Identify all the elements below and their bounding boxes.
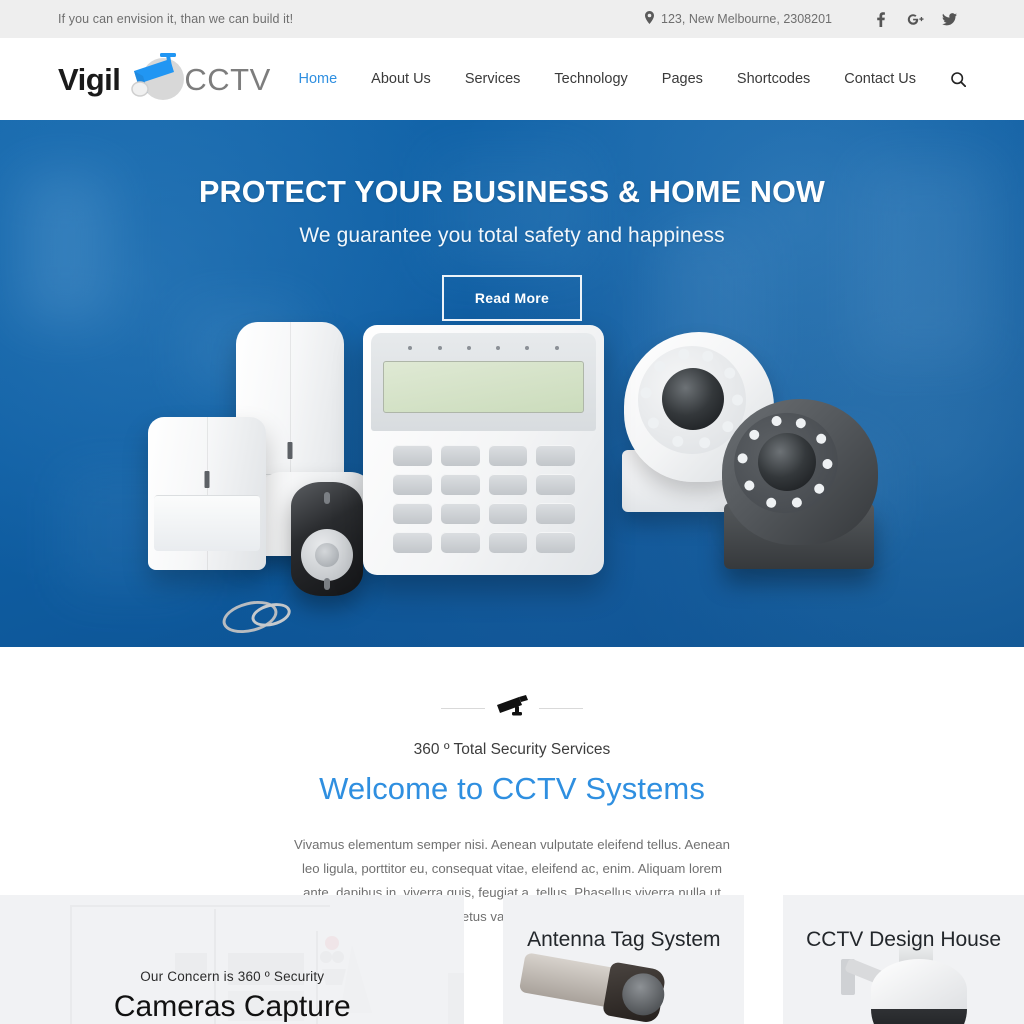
sensor-latch bbox=[204, 471, 210, 488]
site-logo[interactable]: Vigil CCTV bbox=[58, 53, 271, 105]
google-plus-icon[interactable] bbox=[898, 6, 932, 32]
ptz-dome-camera-photo bbox=[841, 939, 995, 1024]
map-pin-icon bbox=[645, 11, 655, 27]
panel-lcd-screen bbox=[383, 361, 584, 413]
hero-product-image bbox=[0, 317, 1024, 647]
cctv-camera-icon bbox=[495, 694, 529, 722]
alarm-keypad-panel bbox=[363, 325, 604, 575]
welcome-eyebrow: 360 º Total Security Services bbox=[413, 741, 611, 758]
logo-primary-text: Vigil bbox=[58, 61, 121, 97]
card-label-block: Our Concern is 360 º Security Cameras Ca… bbox=[0, 969, 464, 1024]
keyfob-dpad bbox=[301, 529, 353, 581]
camera-lens bbox=[758, 433, 816, 491]
card-heading: Cameras Capture bbox=[113, 990, 351, 1023]
divider-line-right bbox=[539, 707, 583, 709]
keyfob-bottom-button bbox=[324, 578, 330, 590]
read-more-button[interactable]: Read More bbox=[441, 275, 583, 321]
hero-subtitle: We guarantee you total safety and happin… bbox=[299, 224, 725, 247]
divider-line-left bbox=[441, 707, 485, 709]
nav-item-services[interactable]: Services bbox=[448, 71, 538, 87]
facebook-icon[interactable] bbox=[864, 6, 898, 32]
social-links bbox=[864, 6, 966, 32]
nav-item-about-us[interactable]: About Us bbox=[354, 71, 448, 87]
bullet-camera-photo bbox=[517, 944, 675, 1024]
panel-status-leds bbox=[383, 339, 584, 357]
cards-gap bbox=[470, 895, 497, 1024]
keyring-icon bbox=[219, 595, 281, 639]
card-heading: CCTV Design House bbox=[806, 928, 1002, 951]
card-heading: Antenna Tag System bbox=[527, 928, 721, 951]
panel-keypad bbox=[393, 445, 575, 553]
antenna-tag-system-card[interactable]: Antenna Tag System bbox=[503, 895, 745, 1024]
cards-gap bbox=[750, 895, 777, 1024]
sensor-lens-band bbox=[153, 495, 261, 551]
nav-item-home[interactable]: Home bbox=[281, 71, 354, 87]
nav-item-technology[interactable]: Technology bbox=[537, 71, 644, 87]
nav-item-contact-us[interactable]: Contact Us bbox=[827, 71, 933, 87]
twitter-icon[interactable] bbox=[932, 6, 966, 32]
section-divider bbox=[0, 693, 1024, 723]
nav-item-shortcodes[interactable]: Shortcodes bbox=[720, 71, 827, 87]
hero-title: PROTECT YOUR BUSINESS & HOME NOW bbox=[198, 175, 826, 209]
feature-cards-row: Our Concern is 360 º Security Cameras Ca… bbox=[0, 895, 1024, 1024]
main-navigation: Home About Us Services Technology Pages … bbox=[281, 71, 966, 87]
camera-lens bbox=[662, 368, 724, 430]
site-header: Vigil CCTV Home About Us Services Techno… bbox=[0, 38, 1024, 120]
dome-camera-dark bbox=[716, 399, 886, 579]
sensor-latch bbox=[287, 442, 293, 459]
top-bar-right: 123, New Melbourne, 2308201 bbox=[645, 6, 966, 32]
nav-item-pages[interactable]: Pages bbox=[645, 71, 720, 87]
keyfob-top-button bbox=[324, 492, 330, 504]
camera-dome-glass bbox=[871, 1009, 968, 1024]
hero-banner: PROTECT YOUR BUSINESS & HOME NOW We guar… bbox=[0, 120, 1024, 647]
cctv-design-house-card[interactable]: CCTV Design House bbox=[783, 895, 1024, 1024]
top-bar: If you can envision it, than we can buil… bbox=[0, 0, 1024, 38]
logo-secondary-text: CCTV bbox=[184, 61, 271, 97]
cctv-camera-icon bbox=[126, 53, 188, 105]
welcome-section: 360 º Total Security Services Welcome to… bbox=[0, 647, 1024, 929]
address-block: 123, New Melbourne, 2308201 bbox=[645, 11, 832, 27]
motion-sensor-small bbox=[148, 417, 266, 570]
keyfob-remote bbox=[291, 482, 363, 596]
card-eyebrow: Our Concern is 360 º Security bbox=[140, 969, 325, 984]
tagline-text: If you can envision it, than we can buil… bbox=[58, 12, 294, 26]
address-text: 123, New Melbourne, 2308201 bbox=[661, 12, 832, 26]
welcome-title: Welcome to CCTV Systems bbox=[319, 771, 705, 806]
hero-content: PROTECT YOUR BUSINESS & HOME NOW We guar… bbox=[0, 120, 1024, 321]
cameras-capture-card[interactable]: Our Concern is 360 º Security Cameras Ca… bbox=[0, 895, 465, 1024]
search-icon[interactable] bbox=[933, 71, 966, 87]
